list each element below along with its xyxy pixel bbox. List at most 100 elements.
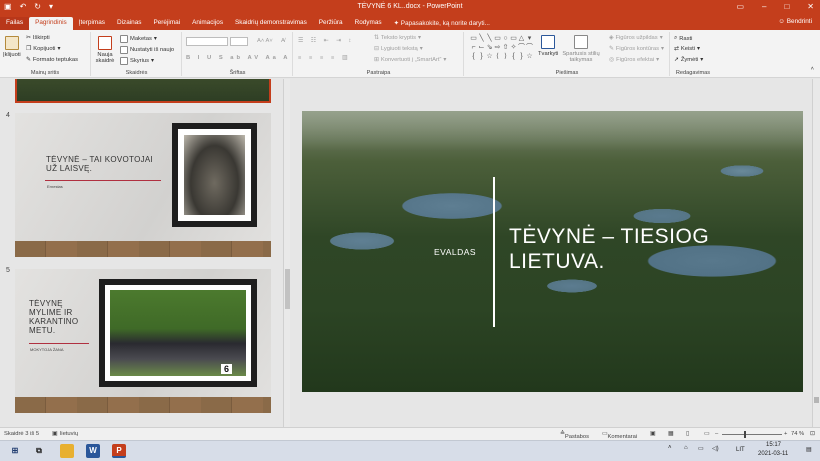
align-buttons[interactable]: ≡ ≡ ≡ ≡ ▥ xyxy=(298,55,350,61)
new-slide-button[interactable]: Nauja skaidrė xyxy=(94,36,116,64)
file-explorer-icon[interactable] xyxy=(60,444,74,458)
windows-start-icon[interactable]: ⊞ xyxy=(8,444,22,458)
shapes-gallery[interactable]: ▭ ╲ ╲ ▭ ○ ▭ △ ▾ ⌐ ⌙ ⇘ ⇨ ⇧ ✧ ⌒ ⌒ {} ☆ ⟨ ⟩{} ☆ xyxy=(470,35,533,63)
collapse-ribbon-button[interactable]: ˄ xyxy=(811,66,814,72)
thumbnail-scrollbar[interactable] xyxy=(283,79,290,427)
search-icon: ⌕ xyxy=(674,35,678,41)
network-icon[interactable]: ⌂ xyxy=(684,445,688,451)
maximize-icon[interactable]: □ xyxy=(784,2,789,11)
align-text-icon: ⊟ xyxy=(374,46,379,52)
align-text-button[interactable]: ⊟ Lygiuoti tekstą ▾ xyxy=(374,46,423,52)
powerpoint-icon[interactable]: P xyxy=(112,444,126,458)
paste-button[interactable]: Įklijuoti xyxy=(3,36,21,58)
comments-button[interactable]: ▭ Komentarai xyxy=(602,431,637,440)
format-painter-button[interactable]: ✎ Formato teptukas xyxy=(26,57,78,63)
tell-me-search[interactable]: ✦ Papasakokite, ką norite daryti... xyxy=(394,18,490,30)
tab-view[interactable]: Rodymas xyxy=(349,17,388,30)
slide-sorter-icon[interactable]: ▦ xyxy=(668,431,673,437)
tab-design[interactable]: Dizainas xyxy=(111,17,148,30)
thumbnail-scrollbar-thumb[interactable] xyxy=(285,269,290,309)
tab-review[interactable]: Peržiūra xyxy=(313,17,349,30)
tab-home[interactable]: Pagrindinis xyxy=(29,17,73,30)
slide-4-photo-mat xyxy=(178,129,251,221)
reading-view-icon[interactable]: ▯ xyxy=(686,431,689,437)
replace-button[interactable]: ⇄ Keisti ▾ xyxy=(674,46,700,52)
cut-button[interactable]: ✂ Iškirpti xyxy=(26,35,50,41)
share-label: Bendrinti xyxy=(786,18,812,25)
effects-icon: ◎ xyxy=(609,57,615,63)
slideshow-icon[interactable]: ▭ xyxy=(704,431,709,437)
clock-date[interactable]: 2021-03-11 xyxy=(758,451,788,457)
share-button[interactable]: ☺ Bendrinti xyxy=(778,18,812,25)
task-view-icon[interactable]: ⧉ xyxy=(32,444,46,458)
slide-5-title: TĖVYNĘ MYLIME IR KARANTINO METU. xyxy=(29,299,79,335)
brush-icon: ✎ xyxy=(26,57,31,63)
arrange-button[interactable]: Tvarkyti xyxy=(538,35,558,57)
sky-haze xyxy=(302,111,803,151)
clock-time[interactable]: 15:17 xyxy=(766,442,781,448)
slide-title[interactable]: TĖVYNĖ – TIESIOG LIETUVA. xyxy=(509,224,709,274)
quick-styles-button[interactable]: Spartusis stilių taikymas xyxy=(561,35,601,63)
list-buttons[interactable]: ☰ ☷ ⇤ ⇥ ↕ xyxy=(298,38,354,44)
copy-button[interactable]: ❐ Kopijuoti ▾ xyxy=(26,46,60,52)
select-button[interactable]: ➚ Žymėti ▾ xyxy=(674,57,703,63)
smartart-label: Konvertuoti į „SmartArt“ xyxy=(380,57,442,63)
tab-slideshow[interactable]: Skaidrių demonstravimas xyxy=(229,17,313,30)
notes-button[interactable]: ≙ Pastabos xyxy=(560,431,589,440)
shape-effects-button[interactable]: ◎ Figūros efektai ▾ xyxy=(609,57,659,63)
main-scrollbar[interactable] xyxy=(812,79,820,427)
slide-thumbnail-5[interactable]: TĖVYNĘ MYLIME IR KARANTINO METU. MOKYTOJ… xyxy=(15,269,271,413)
smartart-button[interactable]: ⊞ Konvertuoti į „SmartArt“ ▾ xyxy=(374,57,446,63)
font-size-box[interactable] xyxy=(230,37,248,46)
fit-to-window-icon[interactable]: ⊡ xyxy=(810,431,815,437)
tab-insert[interactable]: Įterpimas xyxy=(73,17,111,30)
tray-chevron-icon[interactable]: ˄ xyxy=(668,445,672,451)
slide-thumbnail-3[interactable] xyxy=(15,79,271,103)
minimize-icon[interactable]: – xyxy=(762,2,766,11)
zoom-out-button[interactable]: – xyxy=(715,431,718,437)
font-grow-button[interactable]: A˄ A˅ xyxy=(257,38,273,44)
main-scrollbar-thumb[interactable] xyxy=(814,397,819,403)
align-text-label: Lygiuoti tekstą xyxy=(380,46,418,52)
shape-outline-label: Figūros kontūras xyxy=(615,46,660,52)
zoom-in-button[interactable]: + xyxy=(784,431,787,437)
volume-icon[interactable]: ◁) xyxy=(712,445,719,452)
ribbon-display-icon[interactable]: ▭ xyxy=(736,2,744,11)
find-button[interactable]: ⌕ Rasti xyxy=(674,35,692,42)
ribbon-tabs: Failas Pagrindinis Įterpimas Dizainas Pe… xyxy=(0,16,820,30)
slide-5-underline xyxy=(29,343,89,344)
slide-4-photo xyxy=(184,135,245,215)
clear-format-button[interactable]: A̸ xyxy=(281,38,285,44)
author-text[interactable]: EVALDAS xyxy=(434,247,476,257)
layout-button[interactable]: Maketas ▾ xyxy=(120,35,157,43)
keyboard-language[interactable]: LIT xyxy=(736,447,745,453)
tab-file[interactable]: Failas xyxy=(0,17,30,30)
tab-transitions[interactable]: Perėjimai xyxy=(147,17,186,30)
zoom-level[interactable]: 74 % xyxy=(791,431,804,437)
slide-number-5: 5 xyxy=(6,267,10,274)
zoom-slider[interactable] xyxy=(722,434,782,435)
slide-5-subtitle: MOKYTOJA ŽANA xyxy=(30,347,64,352)
text-direction-button[interactable]: ⇅ Teksto kryptis ▾ xyxy=(374,35,421,41)
slide-5-photo-frame: 6 xyxy=(99,279,257,387)
battery-icon[interactable]: ▭ xyxy=(698,445,704,452)
close-icon[interactable]: ✕ xyxy=(807,2,814,11)
slide-thumbnail-4[interactable]: TĖVYNĖ – TAI KOVOTOJAI UŽ LAISVĘ. Ernest… xyxy=(15,113,271,257)
spellcheck-icon[interactable]: ▣ xyxy=(52,431,57,437)
shape-fill-button[interactable]: ◈ Figūros užpildas ▾ xyxy=(609,35,663,41)
main-slide[interactable]: EVALDAS TĖVYNĖ – TIESIOG LIETUVA. xyxy=(302,111,803,392)
section-button[interactable]: Skyrius ▾ xyxy=(120,57,154,65)
notifications-icon[interactable]: ▤ xyxy=(806,446,812,453)
font-name-box[interactable] xyxy=(186,37,228,46)
group-editing: ⌕ Rasti ⇄ Keisti ▾ ➚ Žymėti ▾ Redagavimas xyxy=(671,32,715,76)
zoom-slider-knob[interactable] xyxy=(744,431,746,438)
lightbulb-icon: ✦ xyxy=(393,20,401,27)
language-indicator[interactable]: lietuvių xyxy=(60,431,78,437)
reset-button[interactable]: Nustatyti iš naujo xyxy=(120,46,174,54)
group-font: A˄ A˅ A̸ B I U S ab AV Aa A Šriftas xyxy=(183,32,293,76)
word-icon[interactable]: W xyxy=(86,444,100,458)
normal-view-icon[interactable]: ▣ xyxy=(650,431,655,437)
font-style-buttons[interactable]: B I U S ab AV Aa A xyxy=(186,55,290,61)
shape-outline-button[interactable]: ✎ Figūros kontūras ▾ xyxy=(609,46,664,52)
tab-animations[interactable]: Animacijos xyxy=(186,17,229,30)
